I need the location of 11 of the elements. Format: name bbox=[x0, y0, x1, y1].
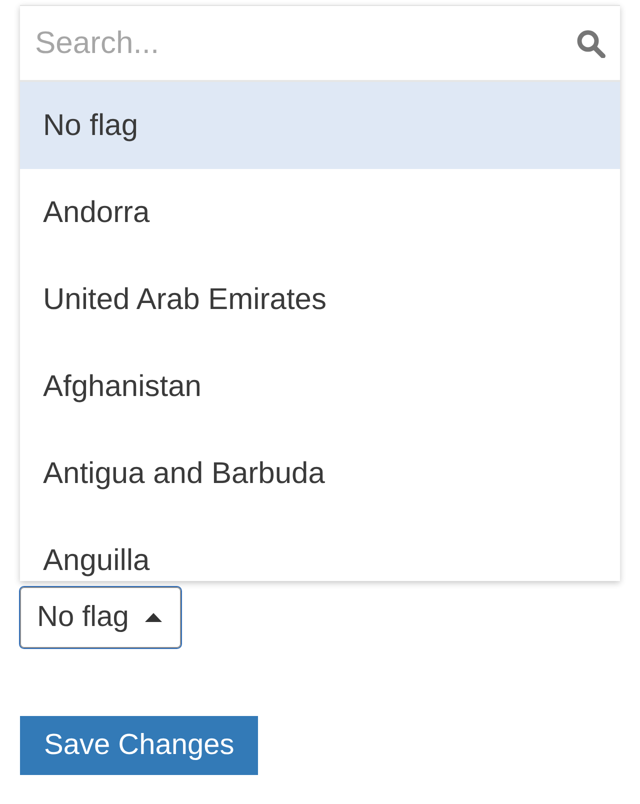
dropdown-option[interactable]: No flag bbox=[20, 82, 620, 169]
save-button[interactable]: Save Changes bbox=[20, 716, 258, 775]
dropdown-option[interactable]: Afghanistan bbox=[20, 343, 620, 430]
search-icon bbox=[576, 28, 606, 58]
search-field[interactable]: Search... bbox=[35, 25, 576, 61]
flag-select[interactable]: No flag bbox=[20, 587, 181, 648]
dropdown-option[interactable]: United Arab Emirates bbox=[20, 256, 620, 343]
dropdown-option[interactable]: Antigua and Barbuda bbox=[20, 430, 620, 517]
dropdown-option[interactable]: Anguilla bbox=[20, 517, 620, 581]
dropdown-option[interactable]: Andorra bbox=[20, 169, 620, 256]
select-value: No flag bbox=[37, 601, 129, 634]
